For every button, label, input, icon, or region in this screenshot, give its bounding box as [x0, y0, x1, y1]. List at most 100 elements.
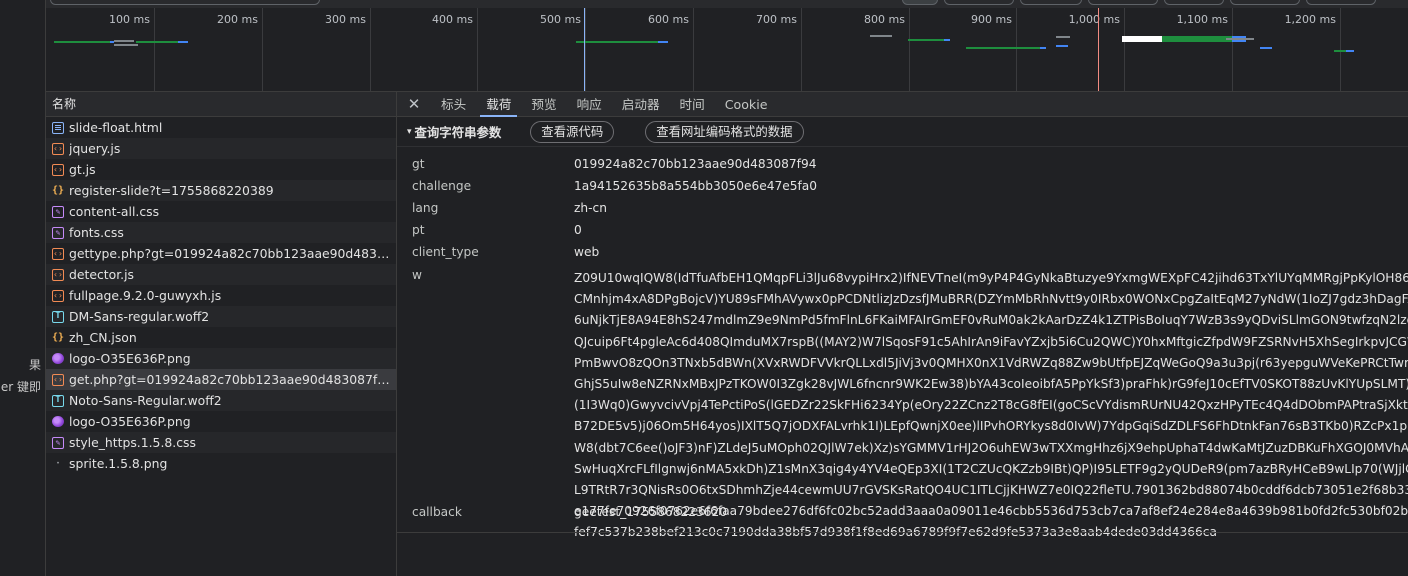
- request-row[interactable]: logo-O35E636P.png: [46, 348, 396, 369]
- request-row[interactable]: slide-float.html: [46, 117, 396, 138]
- timeline-bar: [1346, 50, 1354, 52]
- param-value-line: W8(dbt7C6ee()oJF3)nF)ZLdeJ5uMOph02QJlW7e…: [574, 440, 1408, 455]
- request-name: Noto-Sans-Regular.woff2: [69, 393, 222, 408]
- timeline-tick-label: 700 ms: [756, 13, 797, 26]
- request-list: 名称 slide-float.html ‹› jquery.js ‹› gt.js {} r…: [46, 92, 397, 576]
- param-value-line: L9TRtR7r3QNisRs0O6txSDhmhZje44cewmUU7rGV…: [574, 483, 1408, 498]
- request-row[interactable]: ⋅ sprite.1.5.8.png: [46, 453, 396, 474]
- request-row[interactable]: {} register-slide?t=1755868220389: [46, 180, 396, 201]
- param-value-line: (1I3Wq0)GwyvcivVpj4TePctiPoS(lGEDZr22SkF…: [574, 398, 1408, 413]
- param-value-line: Z09U10wqIQW8(IdTfuAfbEH1QMqpFLi3lJu68vyp…: [574, 271, 1408, 285]
- close-icon[interactable]: ✕: [397, 92, 431, 116]
- xhr-icon: {}: [51, 331, 65, 343]
- timeline-bar: [1122, 36, 1162, 42]
- view-source-button[interactable]: 查看源代码: [530, 120, 615, 143]
- param-value[interactable]: zh-cn: [574, 201, 607, 215]
- timeline-tick-label: 400 ms: [432, 13, 473, 26]
- timeline-gridline: [262, 8, 263, 91]
- param-value-w[interactable]: Z09U10wqIQW8(IdTfuAfbEH1QMqpFLi3lJu68vyp…: [574, 268, 1408, 544]
- script-icon: ‹›: [52, 247, 64, 260]
- view-url-encoded-button[interactable]: 查看网址编码格式的数据: [645, 120, 804, 143]
- dom-content-loaded-marker: [584, 8, 585, 91]
- request-row[interactable]: ‹› get.php?gt=019924a82c70bb123aae90d4830…: [46, 369, 396, 390]
- param-value[interactable]: geetest_1755868223620: [574, 505, 727, 519]
- details-tab[interactable]: 载荷: [476, 92, 521, 117]
- request-name: content-all.css: [69, 204, 160, 219]
- timeline-gridline: [370, 8, 371, 91]
- timeline-gridline: [1232, 8, 1233, 91]
- filter-chip[interactable]: [944, 0, 1014, 5]
- timeline-tick-label: 900 ms: [971, 13, 1012, 26]
- param-value[interactable]: web: [574, 245, 599, 259]
- param-value[interactable]: 0: [574, 223, 582, 237]
- param-value-line: PmBwvO8zQOn3TNxb5dBWn(XVxRWDFVVkrQLLxdl5…: [574, 355, 1408, 370]
- request-name: logo-O35E636P.png: [69, 351, 191, 366]
- request-row[interactable]: T Noto-Sans-Regular.woff2: [46, 390, 396, 411]
- request-name: zh_CN.json: [69, 330, 137, 345]
- load-event-marker: [1098, 8, 1099, 91]
- request-row[interactable]: ✎ style_https.1.5.8.css: [46, 432, 396, 453]
- timeline-gridline: [801, 8, 802, 91]
- filter-chip[interactable]: [1230, 0, 1300, 5]
- param-value-line: GhjS5uIw8eNZRNxMBxJPzTKOW0I3Zgk28vJWL6fn…: [574, 377, 1408, 392]
- request-details-panel: ✕ 标头 载荷 预览 响应 启动器 时间 Cookie ▾ 查询字符串参数 查看源代码 查看…: [397, 92, 1408, 576]
- details-tab[interactable]: 时间: [670, 92, 715, 116]
- request-row[interactable]: ‹› gt.js: [46, 159, 396, 180]
- request-name: slide-float.html: [69, 120, 163, 135]
- request-name: logo-O35E636P.png: [69, 414, 191, 429]
- filter-chip[interactable]: [902, 0, 938, 5]
- request-name: register-slide?t=1755868220389: [69, 183, 274, 198]
- timeline-gridline: [1016, 8, 1017, 91]
- image-icon: [52, 416, 64, 427]
- divider: [397, 532, 1408, 533]
- timeline-bar: [1162, 36, 1232, 42]
- stylesheet-icon: ✎: [52, 205, 64, 218]
- expand-arrow-icon[interactable]: ▾: [407, 127, 412, 137]
- filter-chip[interactable]: [1088, 0, 1158, 5]
- request-row[interactable]: ‹› jquery.js: [46, 138, 396, 159]
- request-row[interactable]: {} zh_CN.json: [46, 327, 396, 348]
- network-timeline-overview[interactable]: 100 ms 200 ms 300 ms 400 ms 500 ms 600 ms 700 …: [46, 8, 1408, 92]
- timeline-gridline: [154, 8, 155, 91]
- request-row[interactable]: T DM-Sans-regular.woff2: [46, 306, 396, 327]
- request-row[interactable]: logo-O35E636P.png: [46, 411, 396, 432]
- request-name: fullpage.9.2.0-guwyxh.js: [69, 288, 222, 303]
- filter-chip[interactable]: [1020, 0, 1082, 5]
- details-tab[interactable]: 响应: [567, 92, 612, 116]
- name-column-header[interactable]: 名称: [46, 92, 396, 117]
- details-tab[interactable]: Cookie: [715, 92, 778, 116]
- details-tab[interactable]: 标头: [431, 92, 476, 116]
- request-name: gt.js: [69, 162, 96, 177]
- timeline-bar: [136, 41, 178, 43]
- request-name: style_https.1.5.8.css: [69, 435, 196, 450]
- timeline-bar: [1260, 47, 1272, 49]
- timeline-bar: [944, 39, 950, 41]
- request-row[interactable]: ‹› detector.js: [46, 264, 396, 285]
- request-name: DM-Sans-regular.woff2: [69, 309, 210, 324]
- host-page-strip: 果 er 键即: [0, 0, 46, 576]
- xhr-icon: {}: [51, 184, 65, 196]
- query-string-section-header[interactable]: ▾ 查询字符串参数 查看源代码 查看网址编码格式的数据: [397, 117, 1408, 147]
- script-icon: ‹›: [52, 163, 64, 176]
- request-row[interactable]: ✎ fonts.css: [46, 222, 396, 243]
- filter-input[interactable]: [50, 0, 320, 5]
- timeline-bar: [178, 41, 188, 43]
- network-filter-bar: [46, 0, 1408, 8]
- request-row[interactable]: ‹› fullpage.9.2.0-guwyxh.js: [46, 285, 396, 306]
- param-value[interactable]: 1a94152635b8a554bb3050e6e47e5fa0: [574, 179, 817, 193]
- timeline-bar: [908, 39, 944, 41]
- request-row[interactable]: ‹› gettype.php?gt=019924a82c70bb123aae90d…: [46, 243, 396, 264]
- param-value[interactable]: 019924a82c70bb123aae90d483087f94: [574, 157, 816, 171]
- request-name: jquery.js: [69, 141, 121, 156]
- timeline-bar: [870, 35, 892, 37]
- details-tab[interactable]: 启动器: [612, 92, 670, 116]
- param-key: client_type: [412, 245, 479, 259]
- param-value-line: 6uNjkTjE8A94E8hS247mdlmZ9e9NmPd5fmFlnL6F…: [574, 313, 1408, 328]
- timeline-gridline: [693, 8, 694, 91]
- timeline-gridline: [909, 8, 910, 91]
- filter-chip[interactable]: [1164, 0, 1224, 5]
- details-tab[interactable]: 预览: [521, 92, 566, 116]
- request-row[interactable]: ✎ content-all.css: [46, 201, 396, 222]
- filter-chip[interactable]: [1306, 0, 1376, 5]
- script-icon: ‹›: [52, 142, 64, 155]
